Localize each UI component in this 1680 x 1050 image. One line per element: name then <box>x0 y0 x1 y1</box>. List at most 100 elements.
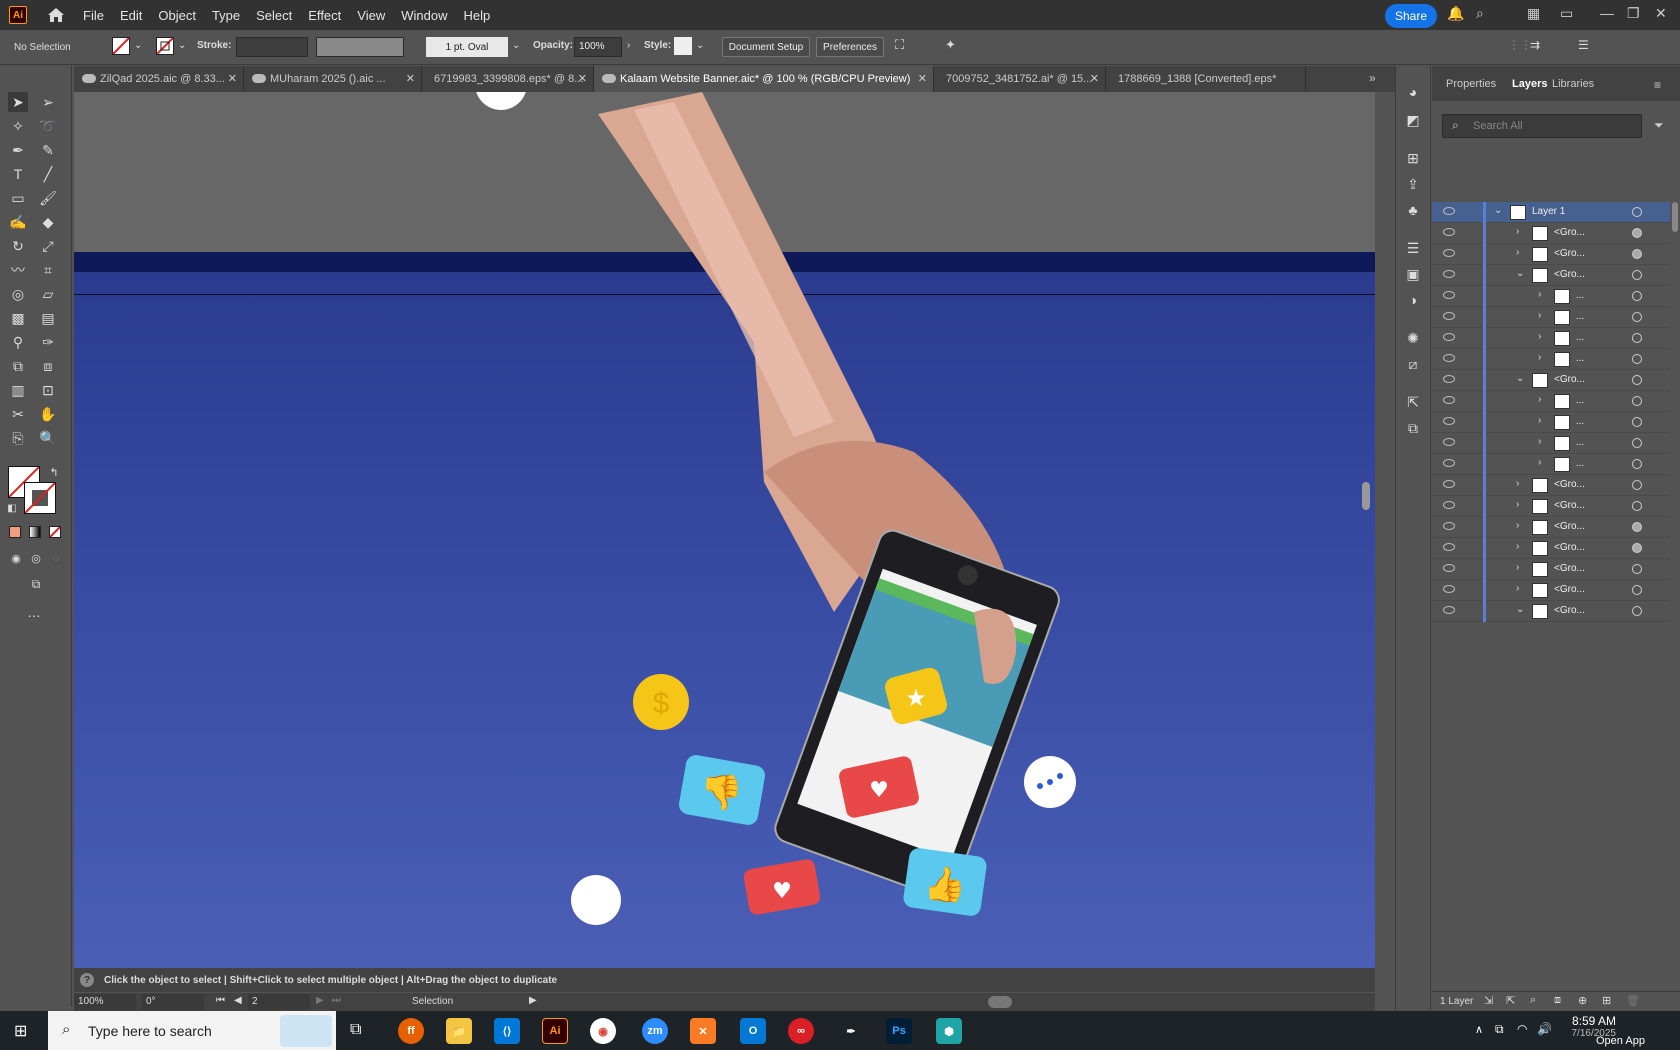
visibility-eye-icon[interactable] <box>1443 228 1455 236</box>
visibility-eye-icon[interactable] <box>1443 480 1455 488</box>
layer-name[interactable]: ... <box>1576 395 1584 406</box>
task-view-icon[interactable]: ⧉ <box>350 1021 361 1039</box>
asset-export-icon[interactable]: ⇪ <box>1403 174 1423 194</box>
photoshop-icon[interactable]: Ps <box>886 1018 912 1044</box>
gradient-mode-icon[interactable] <box>29 526 41 538</box>
menu-object[interactable]: Object <box>158 8 196 23</box>
firefox-icon[interactable]: ff <box>398 1018 424 1044</box>
search-icon[interactable]: ⌕ <box>1476 5 1484 22</box>
visibility-eye-icon[interactable] <box>1443 606 1455 614</box>
hand-tool-icon[interactable]: ✋ <box>38 404 58 424</box>
visibility-eye-icon[interactable] <box>1443 291 1455 299</box>
chevron-right-icon[interactable]: › <box>1516 520 1519 531</box>
target-circle-icon[interactable] <box>1632 417 1642 427</box>
locate-object-icon[interactable]: ⌕ <box>1530 994 1536 1007</box>
symbol-sprayer-icon[interactable]: ⧈ <box>38 356 58 376</box>
tab-zilqad[interactable]: ZilQad 2025.aic @ 8.33... ✕ <box>74 66 244 92</box>
layer-name[interactable]: <Gro... <box>1554 479 1585 490</box>
clipping-mask-icon[interactable]: ⧈ <box>1554 994 1561 1007</box>
chevron-right-icon[interactable]: › <box>1538 394 1541 405</box>
layer-row[interactable]: › <Gro... <box>1432 580 1670 601</box>
target-circle-icon[interactable] <box>1632 480 1642 490</box>
fill-swatch[interactable] <box>112 37 130 55</box>
tab-kalaam-website-banner[interactable]: Kalaam Website Banner.aic* @ 100 % (RGB/… <box>594 66 934 92</box>
chevron-right-icon[interactable]: › <box>1538 331 1541 342</box>
free-transform-icon[interactable]: ⌗ <box>38 260 58 280</box>
warp-tool-icon[interactable]: 〰 <box>8 260 28 280</box>
layer-row[interactable]: ›... <box>1432 328 1670 349</box>
layer-name[interactable]: ... <box>1576 353 1584 364</box>
opacity-arrow-icon[interactable]: › <box>627 40 630 51</box>
layer-row[interactable]: ›... <box>1432 286 1670 307</box>
layer-name[interactable]: <Gro... <box>1554 605 1585 616</box>
quick-action-icon[interactable]: ✦ <box>945 37 956 53</box>
artboard-field[interactable]: 2 <box>248 994 310 1010</box>
first-artboard-icon[interactable]: ⏮ <box>216 995 225 1006</box>
layer-row[interactable]: ›... <box>1432 433 1670 454</box>
visibility-eye-icon[interactable] <box>1443 501 1455 509</box>
volume-icon[interactable]: 🔊 <box>1537 1022 1552 1036</box>
layer-row[interactable]: ›... <box>1432 349 1670 370</box>
visibility-eye-icon[interactable] <box>1443 543 1455 551</box>
variable-width-profile[interactable] <box>316 37 404 57</box>
color-guide-icon[interactable]: ✺ <box>1403 328 1423 348</box>
layer-name[interactable]: <Gro... <box>1554 542 1585 553</box>
style-dropdown-icon[interactable]: ⌄ <box>696 40 704 51</box>
target-circle-icon[interactable] <box>1632 333 1642 343</box>
gradient-panel-icon[interactable]: ▣ <box>1403 264 1423 284</box>
vertical-scrollbar[interactable] <box>1362 482 1370 510</box>
creative-cloud-icon[interactable]: ∞ <box>788 1018 814 1044</box>
layer-name[interactable]: <Gro... <box>1554 521 1585 532</box>
chevron-right-icon[interactable]: › <box>1516 541 1519 552</box>
chevron-right-icon[interactable]: › <box>1516 583 1519 594</box>
menu-edit[interactable]: Edit <box>120 8 142 23</box>
layer-name[interactable]: <Gro... <box>1554 500 1585 511</box>
curvature-tool-icon[interactable]: ✎ <box>38 140 58 160</box>
menu-window[interactable]: Window <box>401 8 447 23</box>
layer-name[interactable]: <Gro... <box>1554 563 1585 574</box>
minimize-icon[interactable]: — <box>1600 5 1614 21</box>
visibility-eye-icon[interactable] <box>1443 312 1455 320</box>
stroke-dropdown-icon[interactable]: ⌄ <box>178 40 186 51</box>
visibility-eye-icon[interactable] <box>1443 459 1455 467</box>
target-circle-icon[interactable] <box>1632 459 1642 469</box>
target-circle-icon[interactable] <box>1632 312 1642 322</box>
layer-row[interactable]: › <Gro... <box>1432 496 1670 517</box>
layer-name[interactable]: <Gro... <box>1554 269 1585 280</box>
visibility-eye-icon[interactable] <box>1443 417 1455 425</box>
network-icon[interactable]: ⧉ <box>1495 1022 1504 1037</box>
collect-export-icon[interactable]: ⇲ <box>1484 994 1493 1007</box>
document-setup-button[interactable]: Document Setup <box>722 37 810 57</box>
pen-app-icon[interactable]: ✒ <box>838 1018 864 1044</box>
menu-select[interactable]: Select <box>256 8 292 23</box>
chevron-down-icon[interactable]: ⌄ <box>1516 604 1524 615</box>
draw-inside-icon[interactable]: ◌ <box>46 548 66 568</box>
transparency-panel-icon[interactable]: ◑ <box>1403 290 1423 310</box>
layer-name[interactable]: <Gro... <box>1554 227 1585 238</box>
target-circle-icon[interactable] <box>1632 522 1642 532</box>
export-icon[interactable]: ⇱ <box>1403 392 1423 412</box>
menu-type[interactable]: Type <box>212 8 240 23</box>
tab-libraries[interactable]: Libraries <box>1552 78 1594 90</box>
layer-name[interactable]: <Gro... <box>1554 374 1585 385</box>
rotate-tool-icon[interactable]: ↻ <box>8 236 28 256</box>
visibility-eye-icon[interactable] <box>1443 522 1455 530</box>
panel-menu-icon[interactable]: ≡ <box>1654 78 1661 92</box>
draw-normal-icon[interactable]: ◉ <box>6 548 26 568</box>
preferences-button[interactable]: Preferences <box>816 37 884 57</box>
horizontal-scrollbar[interactable] <box>988 996 1012 1008</box>
eraser-icon[interactable]: ◆ <box>38 212 58 232</box>
chevron-down-icon[interactable]: ⌄ <box>1516 268 1524 279</box>
layer-row[interactable]: › <Gro... <box>1432 475 1670 496</box>
visibility-eye-icon[interactable] <box>1443 333 1455 341</box>
more-tools-icon[interactable]: … <box>24 602 44 622</box>
lasso-icon[interactable]: ➰ <box>38 116 58 136</box>
chevron-right-icon[interactable]: › <box>1538 352 1541 363</box>
rectangle-tool-icon[interactable]: ▭ <box>8 188 28 208</box>
close-tab-icon[interactable]: ✕ <box>406 72 415 85</box>
tab-6719983[interactable]: 6719983_3399808.eps* @ 8... ✕ <box>422 66 594 92</box>
close-tab-icon[interactable]: ✕ <box>578 72 587 85</box>
artboards-panel-icon[interactable]: ⊞ <box>1403 148 1423 168</box>
paintbrush-icon[interactable]: 🖌 <box>38 188 58 208</box>
perspective-grid-icon[interactable]: ▱ <box>38 284 58 304</box>
